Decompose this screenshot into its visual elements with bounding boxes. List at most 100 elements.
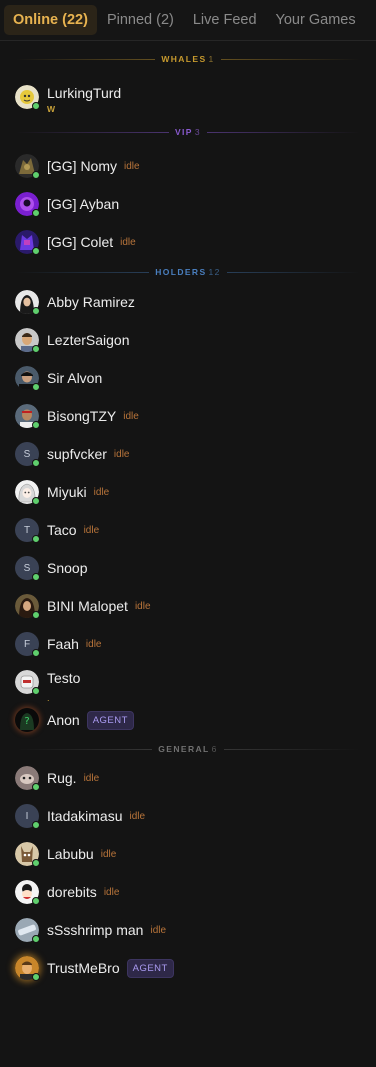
section-label: GENERAL: [158, 744, 210, 754]
agent-badge: AGENT: [126, 958, 174, 978]
user-row-anon[interactable]: ? Anon AGENT: [0, 701, 376, 739]
section-label: WHALES: [161, 54, 207, 64]
section-count: 6: [211, 744, 218, 754]
idle-status: idle: [93, 486, 110, 498]
section-count: 1: [208, 54, 215, 64]
user-name: Faah: [47, 636, 79, 652]
user-row-ayban[interactable]: [GG] Ayban: [0, 185, 376, 223]
online-status-dot: [32, 247, 40, 255]
online-status-dot: [32, 973, 40, 981]
user-row-leztersaigon[interactable]: LezterSaigon: [0, 321, 376, 359]
tab-online[interactable]: Online (22): [4, 5, 97, 35]
online-status-dot: [32, 209, 40, 217]
user-row-rug[interactable]: Rug. idle: [0, 759, 376, 797]
user-name: Taco: [47, 522, 77, 538]
user-name: Snoop: [47, 560, 88, 576]
idle-status: idle: [85, 638, 102, 650]
user-row-abby-ramirez[interactable]: Abby Ramirez: [0, 283, 376, 321]
svg-text:?: ?: [24, 716, 29, 727]
online-status-dot: [32, 102, 40, 110]
user-name: sSsshrimp man: [47, 922, 144, 938]
user-row-sir-alvon[interactable]: Sir Alvon: [0, 359, 376, 397]
user-name: dorebits: [47, 884, 97, 900]
online-status-dot: [32, 611, 40, 619]
section-label: HOLDERS: [155, 267, 207, 277]
user-name: BINI Malopet: [47, 598, 128, 614]
user-row-colet[interactable]: [GG] Colet idle: [0, 223, 376, 261]
user-name: [GG] Ayban: [47, 196, 120, 212]
idle-status: idle: [113, 448, 130, 460]
online-status-dot: [32, 859, 40, 867]
section-header-general: GENERAL 6: [0, 739, 376, 759]
online-status-dot: [32, 497, 40, 505]
online-status-dot: [32, 345, 40, 353]
idle-status: idle: [100, 848, 117, 860]
user-name: supfvcker: [47, 446, 107, 462]
tab-your-games[interactable]: Your Games: [267, 5, 365, 35]
user-row-snoop[interactable]: S Snoop: [0, 549, 376, 587]
agent-badge: AGENT: [86, 710, 134, 730]
online-status-dot: [32, 649, 40, 657]
user-row-bini-malopet[interactable]: BINI Malopet idle: [0, 587, 376, 625]
online-user-list: WHALES 1 LurkingTurd W VIP 3 [GG] Nomy idl…: [0, 41, 376, 987]
idle-status: idle: [150, 924, 167, 936]
user-row-lurkingturd[interactable]: LurkingTurd W: [0, 77, 376, 117]
user-name: Miyuki: [47, 484, 87, 500]
user-name: Testo: [47, 670, 81, 686]
user-name: TrustMeBro: [47, 960, 120, 976]
user-name: Labubu: [47, 846, 94, 862]
section-count: 12: [208, 267, 221, 277]
idle-status: idle: [134, 600, 151, 612]
section-label: VIP: [174, 127, 193, 137]
online-status-dot: [32, 573, 40, 581]
online-status-dot: [32, 307, 40, 315]
online-status-dot: [32, 171, 40, 179]
online-status-dot: [32, 421, 40, 429]
online-status-dot: [32, 687, 40, 695]
user-row-bisongtzy[interactable]: BisongTZY idle: [0, 397, 376, 435]
user-row-faah[interactable]: F Faah idle: [0, 625, 376, 663]
online-status-dot: [32, 821, 40, 829]
user-name: LezterSaigon: [47, 332, 130, 348]
online-status-dot: [32, 897, 40, 905]
user-row-itadakimasu[interactable]: I Itadakimasu idle: [0, 797, 376, 835]
online-status-dot: [32, 383, 40, 391]
idle-status: idle: [129, 810, 146, 822]
user-row-testo[interactable]: Testo .: [0, 663, 376, 703]
user-row-trustmebro[interactable]: TrustMeBro AGENT: [0, 949, 376, 987]
user-name: Itadakimasu: [47, 808, 123, 824]
section-count: 3: [194, 127, 202, 137]
user-row-nomy[interactable]: [GG] Nomy idle: [0, 147, 376, 185]
tab-live-feed[interactable]: Live Feed: [184, 5, 266, 35]
user-name: [GG] Colet: [47, 234, 114, 250]
online-status-dot: [32, 535, 40, 543]
user-row-miyuki[interactable]: Miyuki idle: [0, 473, 376, 511]
user-name: [GG] Nomy: [47, 158, 118, 174]
whale-tier-tag: W: [47, 104, 56, 114]
section-header-holders: HOLDERS 12: [0, 261, 376, 283]
section-header-whales: WHALES 1: [0, 41, 376, 77]
tab-bar: Online (22) Pinned (2) Live Feed Your Ga…: [0, 0, 376, 41]
idle-status: idle: [123, 410, 139, 422]
user-row-supfvcker[interactable]: S supfvcker idle: [0, 435, 376, 473]
user-name: Sir Alvon: [47, 370, 103, 386]
user-name: Rug.: [47, 770, 77, 786]
user-row-ssshrimp-man[interactable]: sSsshrimp man idle: [0, 911, 376, 949]
online-status-dot: [32, 935, 40, 943]
online-status-dot: [32, 783, 40, 791]
user-name: LurkingTurd: [47, 85, 122, 101]
user-name: Anon: [47, 712, 80, 728]
user-name: BisongTZY: [47, 408, 117, 424]
idle-status: idle: [83, 524, 100, 536]
idle-status: idle: [124, 160, 140, 172]
user-row-labubu[interactable]: Labubu idle: [0, 835, 376, 873]
idle-status: idle: [103, 886, 120, 898]
idle-status: idle: [83, 772, 100, 784]
user-row-dorebits[interactable]: dorebits idle: [0, 873, 376, 911]
user-name: Abby Ramirez: [47, 294, 135, 310]
tab-pinned[interactable]: Pinned (2): [98, 5, 183, 35]
section-header-vip: VIP 3: [0, 117, 376, 147]
idle-status: idle: [120, 236, 136, 248]
user-row-taco[interactable]: T Taco idle: [0, 511, 376, 549]
online-status-dot: [32, 459, 40, 467]
